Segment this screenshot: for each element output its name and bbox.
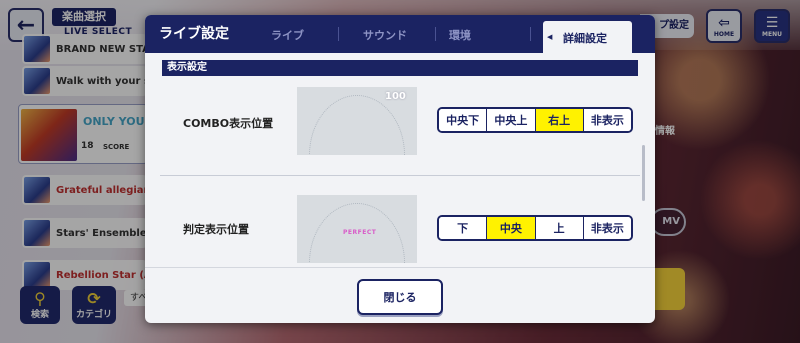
footer-divider [145,267,655,268]
judge-position-selector: 下 中央 上 非表示 [437,215,633,241]
note-arc [309,95,405,155]
option-center[interactable]: 中央 [487,217,536,239]
combo-preview-count: 100 [385,91,406,102]
judge-preview: PERFECT [297,195,417,263]
scrollbar[interactable] [642,145,645,201]
close-button[interactable]: 閉じる [357,279,443,315]
option-center-top[interactable]: 中央上 [487,109,536,131]
tab-environment[interactable]: 環境 [449,27,471,43]
dialog-title: ライブ設定 [159,26,229,42]
setting-label: 判定表示位置 [183,223,249,236]
judge-preview-text: PERFECT [343,229,377,236]
tab-divider [435,27,436,41]
combo-position-selector: 中央下 中央上 右上 非表示 [437,107,633,133]
option-top[interactable]: 上 [535,217,584,239]
option-top-right[interactable]: 右上 [535,109,584,131]
tab-live[interactable]: ライブ [271,27,304,43]
option-hidden[interactable]: 非表示 [583,109,631,131]
tab-label: 詳細設定 [563,32,607,45]
option-hidden[interactable]: 非表示 [583,217,631,239]
dialog-header: ライブ設定 ライブ サウンド 環境 ◀ 詳細設定 [145,15,655,53]
combo-preview: 100 [297,87,417,155]
tab-divider [338,27,339,41]
row-divider [160,175,640,176]
caret-left-icon: ◀ [547,33,553,41]
tab-advanced-settings[interactable]: ◀ 詳細設定 [543,21,632,53]
option-bottom[interactable]: 下 [439,217,488,239]
option-center-bottom[interactable]: 中央下 [439,109,488,131]
setting-label: COMBO表示位置 [183,117,274,130]
tab-divider [530,27,531,41]
live-settings-dialog: ライブ設定 ライブ サウンド 環境 ◀ 詳細設定 表示設定 COMBO表示位置 … [145,15,655,323]
tab-sound[interactable]: サウンド [363,27,407,43]
section-title: 表示設定 [162,60,638,76]
